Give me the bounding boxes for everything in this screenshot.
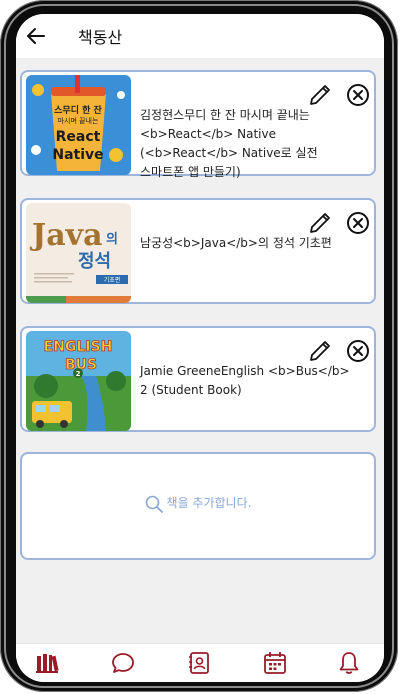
cover-text: 의 — [106, 231, 118, 247]
remove-circle-x-icon[interactable] — [346, 339, 370, 363]
phone-frame: 책동산 스무디 한 잔 마시며 끝내는 React Native 김정현스무디 … — [0, 0, 398, 692]
edit-pencil-icon[interactable] — [306, 209, 334, 237]
edit-pencil-icon[interactable] — [306, 337, 334, 365]
cover-text: 마시며 끝내는 — [58, 116, 99, 125]
book-card[interactable]: 스무디 한 잔 마시며 끝내는 React Native 김정현스무디 한 잔 … — [20, 70, 376, 179]
cover-text: 정석 — [78, 251, 111, 272]
bell-icon[interactable] — [336, 650, 362, 676]
book-cover-react-native: 스무디 한 잔 마시며 끝내는 React Native — [26, 75, 131, 175]
add-book-button[interactable]: 책을 추가합니다. — [20, 452, 376, 560]
book-card[interactable]: Java 의 정석 기초편 남궁성<b>Java</b>의 정석 기초편 — [20, 198, 376, 304]
book-card[interactable]: ENGLISH BUS 2 Jamie GreeneEnglish <b>Bus… — [20, 326, 376, 432]
book-title: 김정현스무디 한 잔 마시며 끝내는 <b>React</b> Native (… — [140, 108, 318, 179]
back-arrow-icon[interactable] — [22, 22, 50, 50]
add-book-label: 책을 추가합니다. — [166, 496, 252, 510]
remove-circle-x-icon[interactable] — [346, 83, 370, 107]
book-cover-java: Java 의 정석 기초편 — [26, 203, 131, 303]
books-icon[interactable] — [34, 650, 60, 676]
cover-text: 기초편 — [104, 276, 121, 284]
add-book-row: 책을 추가합니다. — [22, 494, 374, 513]
book-title: Jamie GreeneEnglish <b>Bus</b> 2 (Studen… — [140, 364, 350, 397]
cover-text: React — [56, 129, 101, 145]
chat-icon[interactable] — [110, 650, 136, 676]
cover-text: Java — [29, 218, 103, 253]
calendar-icon[interactable] — [262, 650, 288, 676]
app-screen: 책동산 스무디 한 잔 마시며 끝내는 React Native 김정현스무디 … — [16, 14, 384, 682]
cover-text: Native — [52, 147, 103, 163]
page-title: 책동산 — [78, 28, 123, 47]
app-header: 책동산 — [16, 14, 384, 58]
cover-text: 스무디 한 잔 — [54, 104, 102, 116]
remove-circle-x-icon[interactable] — [346, 211, 370, 235]
bottom-tab-bar — [16, 643, 384, 682]
search-icon — [145, 495, 163, 513]
edit-pencil-icon[interactable] — [306, 81, 334, 109]
profile-icon[interactable] — [186, 650, 212, 676]
cover-text: ENGLISH — [44, 339, 113, 355]
book-cover-english-bus: ENGLISH BUS 2 — [26, 331, 131, 431]
cover-text: 2 — [76, 370, 81, 378]
